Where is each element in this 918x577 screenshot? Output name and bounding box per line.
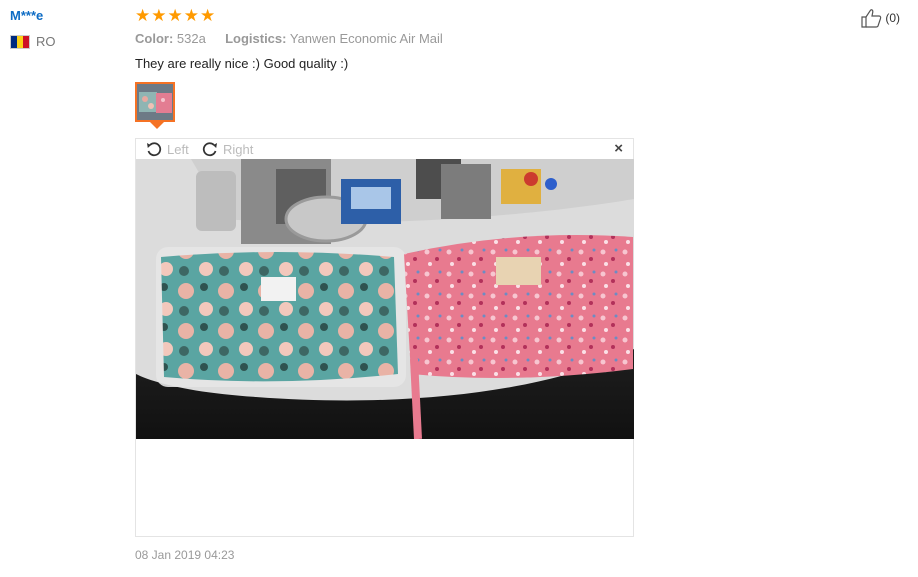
- close-viewer-button[interactable]: ×: [614, 140, 623, 157]
- thumbs-up-icon: [861, 9, 882, 28]
- romania-flag-icon: [10, 34, 30, 49]
- reviewer-country: RO: [10, 34, 56, 49]
- star-icon: ★: [151, 6, 167, 25]
- photo-thumbnail[interactable]: [135, 82, 175, 122]
- rotate-left-label: Left: [167, 141, 189, 157]
- star-icon: ★: [183, 6, 199, 25]
- rotate-right-icon: [202, 142, 217, 157]
- review-photo: [136, 159, 634, 439]
- color-label: Color:: [135, 31, 174, 46]
- color-value: 532a: [176, 31, 206, 46]
- helpful-count: (0): [885, 11, 900, 25]
- rotate-left-button[interactable]: Left: [146, 141, 189, 157]
- logistics-label: Logistics:: [225, 31, 287, 46]
- order-info: Color: 532a Logistics: Yanwen Economic A…: [135, 31, 443, 46]
- rotate-right-button[interactable]: Right: [202, 141, 253, 157]
- viewer-toolbar: Left Right ×: [136, 139, 633, 159]
- review-text: They are really nice :) Good quality :): [135, 56, 349, 71]
- thumbnail-pointer: [150, 122, 164, 129]
- review-date: 08 Jan 2019 04:23: [135, 548, 235, 562]
- photo-viewer: Left Right ×: [135, 138, 634, 537]
- star-rating: ★ ★ ★ ★ ★: [135, 6, 215, 26]
- country-code: RO: [36, 34, 56, 49]
- rotate-right-label: Right: [223, 141, 254, 157]
- star-icon: ★: [200, 6, 216, 25]
- helpful-button[interactable]: (0): [860, 8, 900, 28]
- star-icon: ★: [135, 6, 151, 25]
- logistics-value: Yanwen Economic Air Mail: [289, 31, 443, 46]
- reviewer-name: M***e: [10, 8, 44, 23]
- rotate-left-icon: [147, 142, 162, 157]
- star-icon: ★: [167, 6, 183, 25]
